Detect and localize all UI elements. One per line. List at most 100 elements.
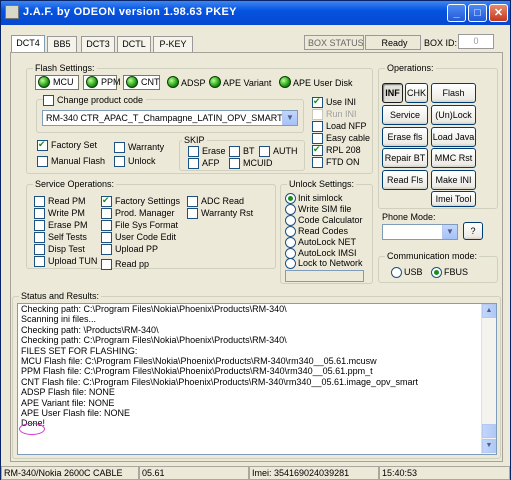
log-lines: Checking path: C:\Program Files\Nokia\Ph… xyxy=(18,304,496,429)
prod-manager-checkbox[interactable]: Prod. Manager xyxy=(101,208,175,219)
skip-afp-checkbox[interactable]: AFP xyxy=(188,158,220,169)
flash-button[interactable]: Flash xyxy=(431,83,476,103)
status-bar: RM-340/Nokia 2600C CABLE 05.61 Imei: 354… xyxy=(1,466,510,480)
tab-dctl[interactable]: DCTL xyxy=(117,36,151,52)
write-sim-file-radio[interactable]: Write SIM file xyxy=(285,204,351,215)
write-pm-checkbox[interactable]: Write PM xyxy=(34,208,85,219)
log-line: Checking path: C:\Program Files\Nokia\Ph… xyxy=(21,335,287,346)
make-ini-button[interactable]: Make INI xyxy=(431,170,476,190)
easy-cable-checkbox[interactable]: Easy cable xyxy=(312,133,370,144)
load-java-button[interactable]: Load Java xyxy=(431,127,476,147)
skip-bt-checkbox[interactable]: BT xyxy=(229,146,255,157)
erase-fls-button[interactable]: Erase fls xyxy=(382,127,428,147)
run-ini-checkbox[interactable]: Run INI xyxy=(312,109,357,120)
unlock-button[interactable]: (Un)Lock xyxy=(431,105,476,125)
upload-tun-checkbox[interactable]: Upload TUN xyxy=(34,256,97,267)
adsp-label[interactable]: ADSP xyxy=(181,77,206,89)
imei-tool-button[interactable]: Imei Tool xyxy=(431,191,476,207)
scroll-up-icon[interactable]: ▲ xyxy=(482,304,496,318)
log-scrollbar[interactable]: ▲ ▼ xyxy=(481,304,496,454)
maximize-button[interactable]: □ xyxy=(468,4,487,22)
load-nfp-checkbox[interactable]: Load NFP xyxy=(312,121,367,132)
self-tests-checkbox[interactable]: Self Tests xyxy=(34,232,87,243)
adc-read-checkbox[interactable]: ADC Read xyxy=(187,196,244,207)
read-pm-checkbox[interactable]: Read PM xyxy=(34,196,86,207)
warranty-rst-checkbox[interactable]: Warranty Rst xyxy=(187,208,253,219)
box-status-label: BOX STATUS: xyxy=(304,35,364,50)
inf-button[interactable]: INF xyxy=(382,83,403,103)
cnt-label: CNT xyxy=(141,77,160,87)
autolock-net-radio[interactable]: AutoLock NET xyxy=(285,237,356,248)
mmc-rst-button[interactable]: MMC Rst xyxy=(431,148,476,168)
product-code-value: RM-340 CTR_APAC_T_Champagne_LATIN_OPV_SM… xyxy=(46,113,298,123)
init-simlock-radio[interactable]: Init simlock xyxy=(285,193,343,204)
skip-title: SKIP xyxy=(182,135,207,145)
factory-settings-checkbox[interactable]: Factory Settings xyxy=(101,195,180,207)
skip-auth-checkbox[interactable]: AUTH xyxy=(259,146,298,157)
read-fls-button[interactable]: Read Fls xyxy=(382,170,428,190)
log-line: ADSP Flash file: NONE xyxy=(21,387,115,398)
warranty-checkbox[interactable]: Warranty xyxy=(114,142,164,153)
box-id-field: 0 xyxy=(458,34,494,49)
fbus-radio[interactable]: FBUS xyxy=(431,267,468,278)
ppm-label: PPM xyxy=(101,77,121,87)
product-code-select[interactable]: RM-340 CTR_APAC_T_Champagne_LATIN_OPV_SM… xyxy=(42,110,298,126)
chk-button[interactable]: CHK xyxy=(405,83,428,103)
tab-dct3[interactable]: DCT3 xyxy=(81,36,115,52)
box-status-value: Ready xyxy=(365,35,421,50)
fid-on-checkbox[interactable]: FTD ON xyxy=(312,157,360,168)
rpl-208-checkbox[interactable]: RPL 208 xyxy=(312,144,361,156)
tab-dct4[interactable]: DCT4 xyxy=(11,35,45,53)
skip-erase-checkbox[interactable]: Erase xyxy=(188,146,226,157)
usb-radio[interactable]: USB xyxy=(391,267,423,278)
jaf-window: J.A.F. by ODEON version 1.98.63 PKEY _ □… xyxy=(0,0,511,480)
manual-flash-checkbox[interactable]: Manual Flash xyxy=(37,156,105,167)
read-pp-checkbox[interactable]: Read pp xyxy=(101,259,149,270)
scroll-thumb[interactable] xyxy=(482,424,496,438)
done-highlight-circle xyxy=(19,423,45,435)
upload-pp-checkbox[interactable]: Upload PP xyxy=(101,244,158,255)
log-line: CNT Flash file: C:\Program Files\Nokia\P… xyxy=(21,376,419,387)
disp-test-checkbox[interactable]: Disp Test xyxy=(34,244,85,255)
tab-pkey[interactable]: P-KEY xyxy=(153,36,193,52)
change-product-code-checkbox[interactable]: Change product code xyxy=(43,95,147,106)
minimize-button[interactable]: _ xyxy=(447,4,466,22)
factory-set-checkbox[interactable]: Factory Set xyxy=(37,139,97,151)
skip-mcuid-checkbox[interactable]: MCUID xyxy=(229,158,273,169)
code-calculator-radio[interactable]: Code Calculator xyxy=(285,215,363,226)
status-log[interactable]: Checking path: C:\Program Files\Nokia\Ph… xyxy=(17,303,497,455)
phone-mode-select[interactable]: ▼ xyxy=(382,224,458,240)
file-sys-format-checkbox[interactable]: File Sys Format xyxy=(101,220,178,231)
erase-pm-checkbox[interactable]: Erase PM xyxy=(34,220,88,231)
ape-variant-label[interactable]: APE Variant xyxy=(223,77,271,89)
status-imei: Imei: 354169024039281 xyxy=(249,466,379,480)
unlock-code-field[interactable] xyxy=(285,270,364,282)
close-button[interactable]: ✕ xyxy=(489,4,508,22)
log-line: FILES SET FOR FLASHING: xyxy=(21,345,138,356)
box-id-label: BOX ID: xyxy=(424,38,458,48)
ppm-led-icon xyxy=(86,76,98,88)
use-ini-checkbox[interactable]: Use INI xyxy=(312,96,356,108)
chevron-down-icon: ▼ xyxy=(442,225,457,239)
lock-to-network-radio[interactable]: Lock to Network xyxy=(285,258,363,269)
title-bar[interactable]: J.A.F. by ODEON version 1.98.63 PKEY _ □… xyxy=(1,1,510,25)
tab-bb5[interactable]: BB5 xyxy=(47,36,77,52)
read-codes-radio[interactable]: Read Codes xyxy=(285,226,348,237)
ape-user-disk-label[interactable]: APE User Disk xyxy=(293,77,353,89)
log-line: APE User Flash file: NONE xyxy=(21,407,131,418)
window-title: J.A.F. by ODEON version 1.98.63 PKEY xyxy=(23,6,237,18)
status-firmware: 05.61 xyxy=(139,466,249,480)
service-operations-title: Service Operations: xyxy=(33,179,117,189)
chevron-down-icon: ▼ xyxy=(282,111,297,125)
unlock-checkbox[interactable]: Unlock xyxy=(114,156,156,167)
unlock-settings-title: Unlock Settings: xyxy=(287,179,357,189)
user-code-edit-checkbox[interactable]: User Code Edit xyxy=(101,232,176,243)
repair-bt-button[interactable]: Repair BT xyxy=(382,148,428,168)
scroll-down-icon[interactable]: ▼ xyxy=(482,439,496,453)
app-icon xyxy=(5,5,19,19)
log-line: Done! xyxy=(21,418,46,429)
help-button[interactable]: ? xyxy=(463,222,483,240)
flash-settings-title: Flash Settings: xyxy=(33,63,97,73)
log-line: APE Variant file: NONE xyxy=(21,397,115,408)
service-button[interactable]: Service xyxy=(382,105,428,125)
